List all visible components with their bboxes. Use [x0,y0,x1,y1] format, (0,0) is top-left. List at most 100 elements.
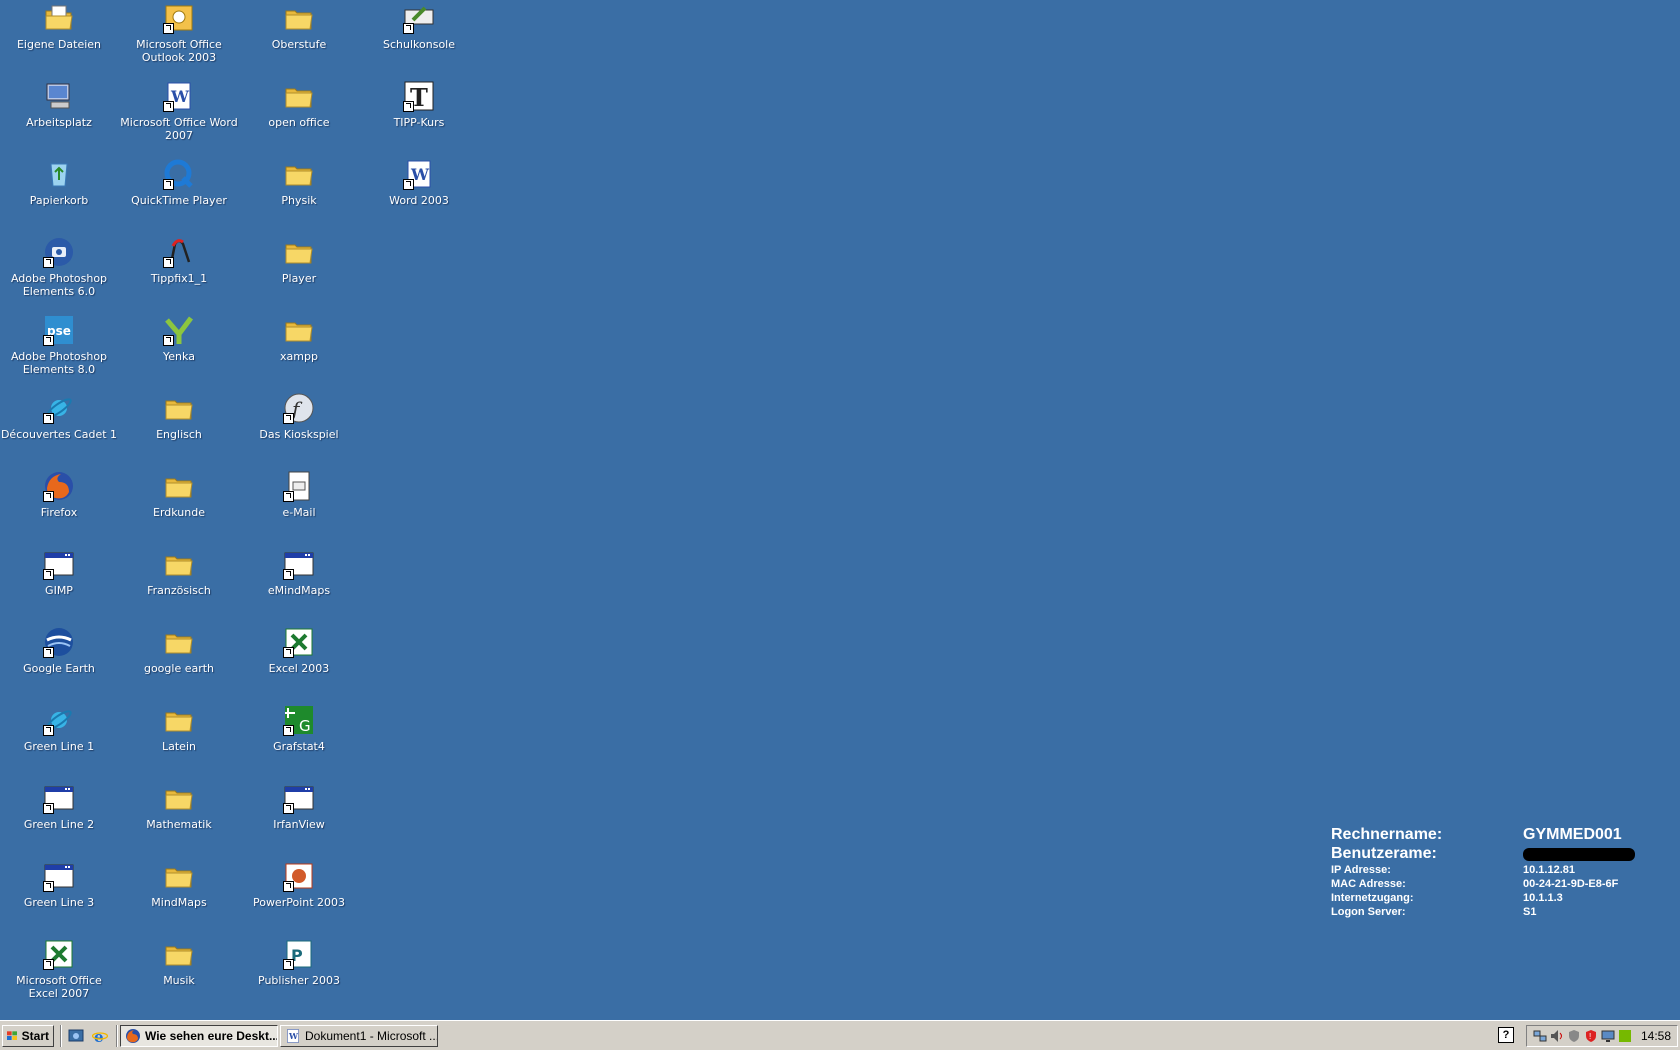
mac-label: MAC Adresse: [1331,878,1406,890]
desktop-icon[interactable]: Oberstufe [240,2,358,51]
taskbar-task-label: Wie sehen eure Deskt... [145,1028,278,1043]
svg-text:e: e [94,1028,104,1044]
desktop-icon[interactable]: Firefox [0,470,118,519]
system-info-overlay: Rechnername: GYMMED001 Benutzerame: IP Ad… [1331,825,1635,919]
folder-icon [283,236,315,268]
desktop-icon[interactable]: xampp [240,314,358,363]
shortcut-arrow-icon [403,179,414,190]
desktop-icon[interactable]: W Word 2003 [360,158,478,207]
desktop-icon[interactable]: Adobe Photoshop Elements 6.0 [0,236,118,298]
desktop-icon-label: Mathematik [146,818,212,831]
desktop-icon[interactable]: Mathematik [120,782,238,831]
desktop-icon-label: e-Mail [282,506,316,519]
desktop-icon[interactable]: Papierkorb [0,158,118,207]
taskbar-task-button[interactable]: W Dokument1 - Microsoft ... [280,1024,438,1047]
volume-icon[interactable] [1550,1029,1564,1043]
desktop-icon[interactable]: Yenka [120,314,238,363]
desktop-icon-label: GIMP [45,584,73,597]
desktop-icon-label: Arbeitsplatz [26,116,92,129]
shortcut-arrow-icon [43,881,54,892]
shortcut-arrow-icon [43,257,54,268]
desktop-icon[interactable]: Microsoft Office Excel 2007 [0,938,118,1000]
desktop-icon[interactable]: T TIPP-Kurs [360,80,478,129]
shortcut-arrow-icon [43,413,54,424]
desktop-icon[interactable]: eMindMaps [240,548,358,597]
antivirus-icon[interactable]: ! [1584,1029,1598,1043]
desktop-icon[interactable]: Arbeitsplatz [0,80,118,129]
desktop-icon[interactable]: MindMaps [120,860,238,909]
desktop-icon-label: TIPP-Kurs [393,116,445,129]
desktop-icon[interactable]: open office [240,80,358,129]
clock[interactable]: 14:58 [1641,1029,1671,1043]
desktop-icon[interactable]: Englisch [120,392,238,441]
desktop-icon-label: Microsoft Office Excel 2007 [16,974,102,1000]
camera-icon [43,236,75,268]
svg-text:G: G [299,717,311,735]
desktop-icon[interactable]: PowerPoint 2003 [240,860,358,909]
help-icon[interactable]: ? [1498,1027,1514,1043]
desktop-icon[interactable]: pse Adobe Photoshop Elements 8.0 [0,314,118,376]
desktop-icon[interactable]: G Grafstat4 [240,704,358,753]
desktop-icon[interactable]: Green Line 2 [0,782,118,831]
desktop-icon[interactable]: Player [240,236,358,285]
desktop-icon[interactable]: W Microsoft Office Word 2007 [120,80,238,142]
recycle-bin-icon [43,158,75,190]
excel-icon [283,626,315,658]
desktop-icon-label: Papierkorb [29,194,89,207]
redacted-username [1523,848,1635,861]
yenka-icon [163,314,195,346]
desktop-icon-label: Grafstat4 [273,740,325,753]
flash-icon: f [283,392,315,424]
security-shield-icon[interactable] [1567,1029,1581,1043]
desktop-icon[interactable]: google earth [120,626,238,675]
folder-icon [163,470,195,502]
desktop-icon[interactable]: Green Line 3 [0,860,118,909]
desktop-icon[interactable]: GIMP [0,548,118,597]
desktop-icon[interactable]: Tippfix1_1 [120,236,238,285]
quicklaunch-ie-icon[interactable]: e [90,1026,110,1046]
desktop-icon-label: Das Kioskspiel [259,428,339,441]
display-icon[interactable] [1601,1029,1615,1043]
desktop-icon[interactable]: e-Mail [240,470,358,519]
desktop-icon[interactable]: Musik [120,938,238,987]
shortcut-arrow-icon [43,335,54,346]
outlook-icon [163,2,195,34]
desktop-icon[interactable]: Schulkonsole [360,2,478,51]
svg-text:!: ! [1589,1032,1591,1041]
desktop-icon[interactable]: Physik [240,158,358,207]
desktop-icon[interactable]: Latein [120,704,238,753]
desktop-icon-label: Green Line 3 [23,896,95,909]
desktop-icon-label: Excel 2003 [268,662,330,675]
desktop-icon-label: Green Line 1 [23,740,95,753]
desktop-icon[interactable]: Google Earth [0,626,118,675]
desktop-icon[interactable]: Excel 2003 [240,626,358,675]
desktop-icon[interactable]: QuickTime Player [120,158,238,207]
desktop-icon-label: Englisch [156,428,202,441]
desktop-icon[interactable]: Microsoft Office Outlook 2003 [120,2,238,64]
desktop-icon-label: Microsoft Office Word 2007 [120,116,238,142]
taskbar-task-button[interactable]: Wie sehen eure Deskt... [120,1024,278,1047]
desktop-icon[interactable]: IrfanView [240,782,358,831]
desktop-icon[interactable]: Green Line 1 [0,704,118,753]
desktop-icon[interactable]: Découvertes Cadet 1 [0,392,118,441]
word-icon: W [285,1028,301,1044]
taskbar: Start e Wie sehen eure Deskt... W Dokument… [0,1020,1680,1050]
shortcut-arrow-icon [43,491,54,502]
internet-value: 10.1.1.3 [1523,892,1563,904]
desktop-icon-label: google earth [143,662,215,675]
desktop-icon[interactable]: f Das Kioskspiel [240,392,358,441]
firefox-icon [125,1028,141,1044]
desktop-icon[interactable]: Erdkunde [120,470,238,519]
quicklaunch-show-desktop-icon[interactable] [66,1026,86,1046]
network-icon[interactable] [1533,1029,1547,1043]
desktop-icon[interactable]: Französisch [120,548,238,597]
desktop-icon-label: Adobe Photoshop Elements 8.0 [10,350,108,376]
window-icon [43,548,75,580]
shortcut-arrow-icon [163,179,174,190]
my-computer-icon [43,80,75,112]
nvidia-icon[interactable] [1618,1029,1632,1043]
start-button[interactable]: Start [2,1024,54,1047]
desktop-icon[interactable]: P Publisher 2003 [240,938,358,987]
desktop-icon[interactable]: Eigene Dateien [0,2,118,51]
shortcut-arrow-icon [43,569,54,580]
